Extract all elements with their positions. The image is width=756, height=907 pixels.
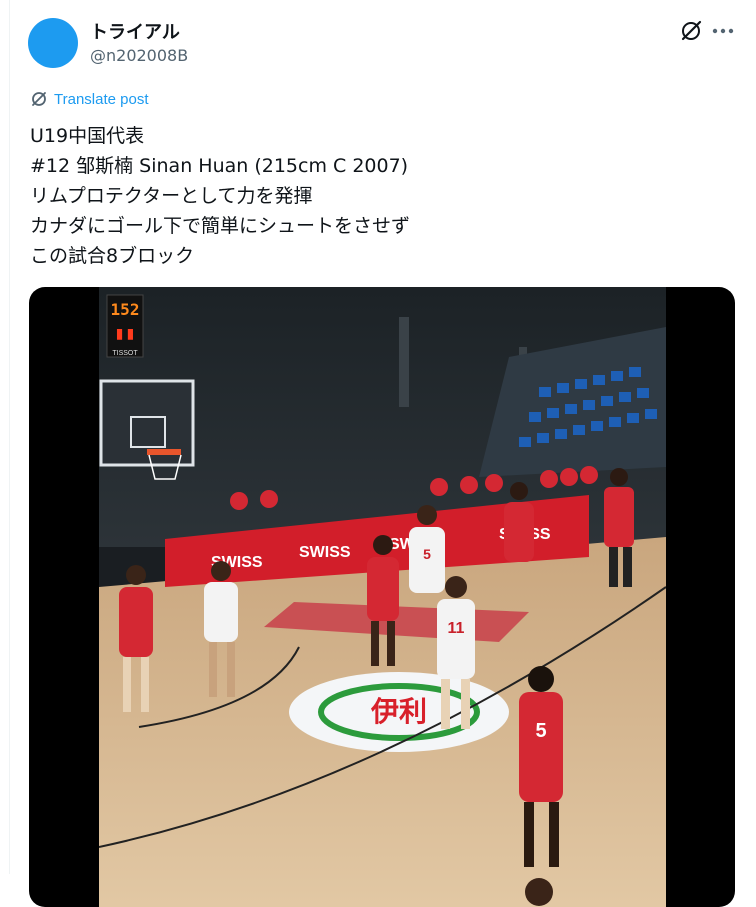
- jersey-number: 5: [423, 546, 431, 562]
- board-text-2: SWISS: [299, 544, 351, 561]
- tweet-line: リムプロテクターとして力を発揮: [30, 185, 313, 207]
- video-frame: 152 ▮▮ TISSOT SWISS SWISS SWISS SWISS 伊利: [99, 287, 666, 907]
- tweet-line: U19中国代表: [30, 125, 145, 147]
- timeline-border: [9, 0, 10, 874]
- court-logo: 伊利: [370, 695, 427, 728]
- video-player[interactable]: 152 ▮▮ TISSOT SWISS SWISS SWISS SWISS 伊利: [29, 287, 735, 907]
- translate-post-link[interactable]: Translate post: [30, 90, 149, 108]
- avatar[interactable]: [28, 18, 78, 68]
- shot-clock: 152: [111, 300, 140, 319]
- shot-clock-brand: TISSOT: [112, 350, 138, 357]
- display-name[interactable]: トライアル: [90, 18, 180, 44]
- tweet-line: この試合8ブロック: [30, 245, 195, 267]
- tweet-text: U19中国代表 #12 邹斯楠 Sinan Huan (215cm C 2007…: [30, 121, 410, 271]
- translate-icon: [32, 92, 46, 106]
- user-handle[interactable]: @n202008B: [90, 46, 188, 65]
- more-icon[interactable]: [710, 18, 736, 44]
- jersey-number: 11: [448, 620, 465, 637]
- svg-text:▮▮: ▮▮: [114, 323, 136, 344]
- tweet-line: カナダにゴール下で簡単にシュートをさせず: [30, 215, 411, 237]
- grok-icon[interactable]: [678, 18, 704, 44]
- translate-post-label: Translate post: [54, 90, 149, 108]
- basketball-game-scene: 152 ▮▮ TISSOT SWISS SWISS SWISS SWISS 伊利: [99, 287, 666, 907]
- jersey-number: 5: [535, 720, 546, 742]
- tweet-line: #12 邹斯楠 Sinan Huan (215cm C 2007): [30, 155, 409, 177]
